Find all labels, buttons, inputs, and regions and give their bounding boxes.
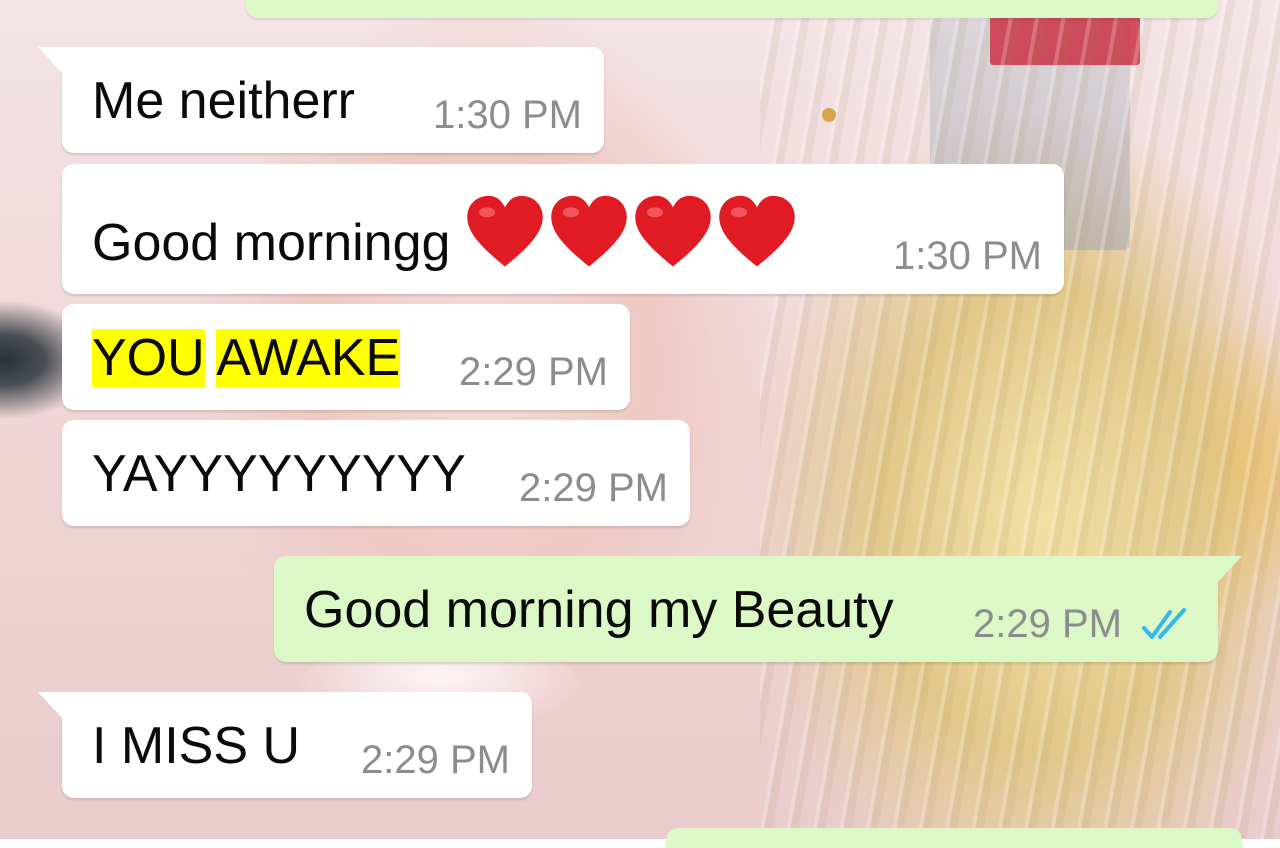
message-text-content: Good morningg — [92, 214, 451, 272]
message-bubble-partial-top[interactable] — [246, 0, 1218, 18]
search-highlight: AWAKE — [216, 329, 401, 387]
message-bubble-incoming[interactable]: I MISS U 2:29 PM — [38, 692, 532, 798]
message-timestamp: 2:29 PM — [519, 466, 668, 510]
search-highlight: YOU — [92, 329, 205, 387]
message-timestamp: 2:29 PM — [459, 350, 608, 394]
message-bubble-incoming[interactable]: YOU AWAKE 2:29 PM — [62, 304, 630, 410]
message-bubble-incoming[interactable]: Me neitherr 1:30 PM — [38, 47, 604, 153]
red-heart-icon — [635, 195, 712, 267]
message-timestamp: 1:30 PM — [433, 93, 582, 137]
message-bubble-partial-bottom[interactable] — [666, 828, 1242, 848]
message-text: Good morningg — [92, 194, 798, 273]
message-timestamp: 1:30 PM — [893, 234, 1042, 278]
message-timestamp: 2:29 PM — [973, 602, 1122, 646]
message-text: YAYYYYYYYYY — [92, 445, 466, 503]
message-bubble-incoming[interactable]: YAYYYYYYYYY 2:29 PM — [62, 420, 690, 526]
wallpaper-hair — [760, 0, 1280, 839]
message-text: Good morning my Beauty — [304, 581, 894, 639]
wallpaper-earring — [822, 108, 836, 122]
red-heart-icon — [551, 195, 628, 267]
red-heart-icon — [719, 195, 796, 267]
red-heart-icon — [467, 195, 544, 267]
message-text: I MISS U — [92, 717, 301, 775]
message-bubble-outgoing[interactable]: Good morning my Beauty 2:29 PM — [274, 556, 1242, 662]
message-bubble-incoming[interactable]: Good morningg 1:30 PM — [62, 164, 1064, 294]
message-text: Me neitherr — [92, 72, 355, 130]
double-check-read-icon — [1142, 608, 1186, 639]
message-text: YOU AWAKE — [92, 328, 401, 388]
message-timestamp: 2:29 PM — [361, 738, 510, 782]
emoji-group — [464, 194, 798, 270]
